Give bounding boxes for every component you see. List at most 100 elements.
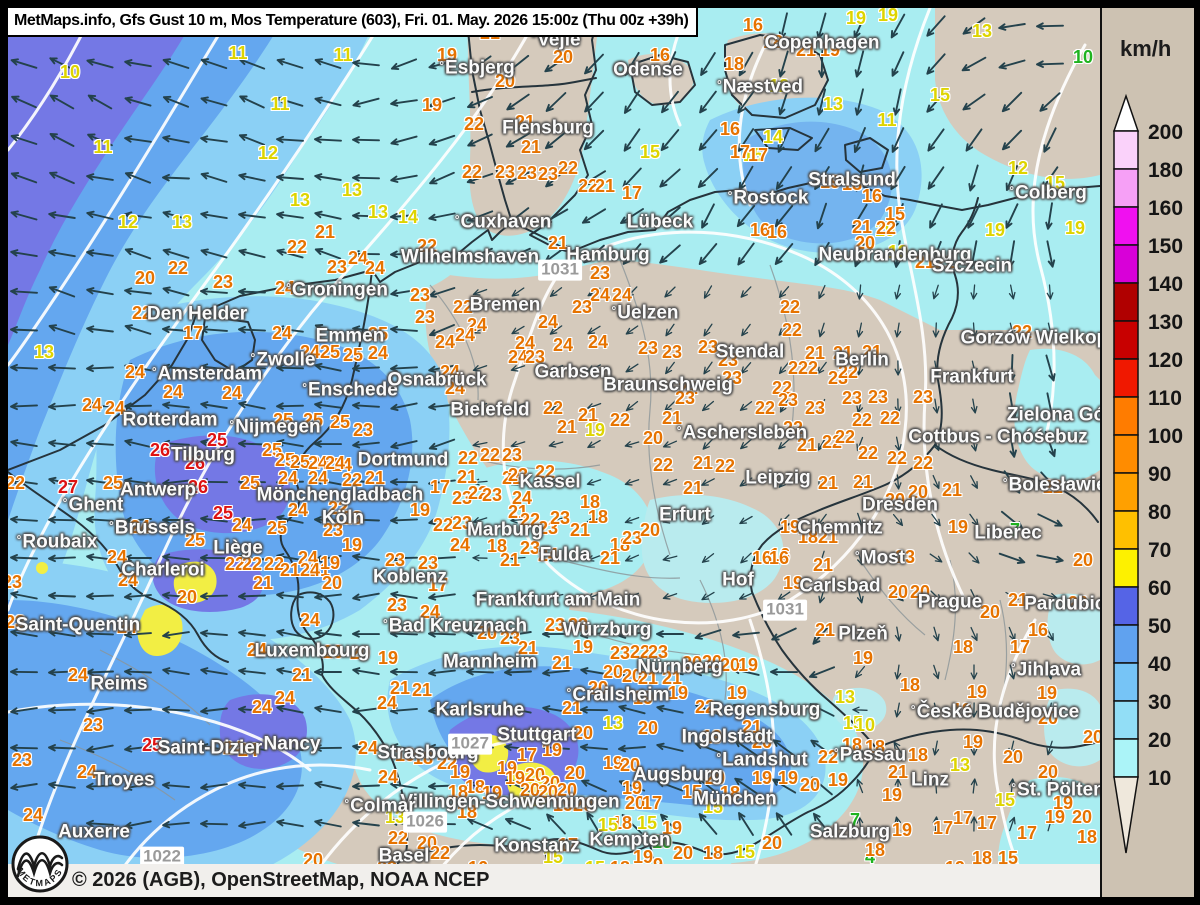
svg-text:150: 150 <box>1148 235 1183 258</box>
temp-label: 13 <box>342 181 362 199</box>
city-label: °České Budějovice <box>911 703 1079 722</box>
city-label: °Cuxhaven <box>455 213 552 232</box>
temp-label: 16 <box>769 549 789 567</box>
temp-label: 19 <box>752 769 772 787</box>
temp-label: 23 <box>213 273 233 291</box>
city-label: °Enschede <box>302 381 398 400</box>
temp-label: 23 <box>868 388 888 406</box>
temp-label: 19 <box>573 638 593 656</box>
temp-label: 17 <box>1017 824 1037 842</box>
city-label: Odense <box>613 61 683 80</box>
metmaps-logo[interactable]: METMAPS <box>9 833 73 897</box>
temp-label: 24 <box>365 259 385 277</box>
temp-label: 10 <box>855 716 875 734</box>
city-label: Copenhagen <box>764 34 879 53</box>
temp-label: 21 <box>253 574 273 592</box>
temp-label: 20 <box>1083 728 1100 746</box>
temp-label: 17 <box>1010 638 1030 656</box>
temp-label: 20 <box>135 269 155 287</box>
city-label: °Crailsheim <box>567 686 670 705</box>
city-label: °Roubaix <box>17 533 98 552</box>
city-label: °Næstved <box>717 78 803 97</box>
temp-label: 24 <box>272 324 292 342</box>
temp-label: 17 <box>953 809 973 827</box>
gust-legend-panel: km/h 20018016015014013012011010090807060… <box>1100 8 1194 897</box>
temp-label: 11 <box>877 111 896 129</box>
svg-text:120: 120 <box>1148 349 1183 372</box>
temp-label: 19 <box>846 9 866 27</box>
city-marker-icon: ° <box>728 189 733 203</box>
city-label: Frankfurt am Main <box>476 591 641 610</box>
temp-label: 21 <box>818 474 838 492</box>
temp-label: 21 <box>552 654 572 672</box>
city-label: Fulda <box>540 546 591 565</box>
city-label: Emmen <box>316 327 385 346</box>
map-title: MetMaps.info, Gfs Gust 10 m, Mos Tempera… <box>14 12 688 29</box>
city-label: °Most <box>855 549 905 568</box>
temp-label: 22 <box>433 516 453 534</box>
city-label: Liège <box>213 539 263 558</box>
temp-label: 22 <box>480 446 500 464</box>
city-label: Mönchengladbach <box>257 486 424 505</box>
temp-label: 15 <box>930 86 950 104</box>
city-marker-icon: ° <box>286 281 291 295</box>
gust-color-scale: 2001801601501401301201101009080706050403… <box>1102 8 1194 897</box>
temp-label: 22 <box>858 444 878 462</box>
temp-label: 22 <box>558 159 578 177</box>
city-marker-icon: ° <box>455 213 460 227</box>
temp-label: 23 <box>12 751 32 769</box>
temp-label: 23 <box>8 573 22 591</box>
temp-label: 24 <box>300 611 320 629</box>
city-label: Reims <box>90 675 147 694</box>
copyright-bar: © 2026 (AGB), OpenStreetMap, NOAA NCEP <box>8 864 1100 897</box>
city-marker-icon: ° <box>63 496 68 510</box>
temp-label: 20 <box>800 776 820 794</box>
temp-label: 21 <box>595 177 615 195</box>
temp-label: 23 <box>610 644 630 662</box>
temp-label: 19 <box>853 649 873 667</box>
city-label: Leipzig <box>745 469 810 488</box>
temp-label: 13 <box>823 95 843 113</box>
temp-label: 20 <box>638 719 658 737</box>
copyright-text: © 2026 (AGB), OpenStreetMap, NOAA NCEP <box>72 869 489 892</box>
city-marker-icon: ° <box>152 365 157 379</box>
city-label: Salzburg <box>810 823 890 842</box>
svg-text:100: 100 <box>1148 425 1183 448</box>
city-label: Bielefeld <box>450 401 529 420</box>
map-title-bar: MetMaps.info, Gfs Gust 10 m, Mos Tempera… <box>8 8 698 37</box>
city-label: Basel <box>379 847 430 866</box>
weather-map-page: 1011111111121213131313141319191315111213… <box>0 0 1200 905</box>
temp-label: 23 <box>805 399 825 417</box>
city-label: München <box>693 790 776 809</box>
svg-text:80: 80 <box>1148 501 1171 524</box>
map-viewport[interactable]: 1011111111121213131313141319191315111213… <box>8 8 1100 897</box>
temp-label: 24 <box>300 561 320 579</box>
temp-label: 20 <box>1003 748 1023 766</box>
temp-label: 19 <box>985 221 1005 239</box>
temp-label: 14 <box>398 208 418 226</box>
svg-text:40: 40 <box>1148 653 1171 676</box>
isobar-value-label: 1026 <box>403 812 447 833</box>
temp-label: 24 <box>553 336 573 354</box>
city-label: Zielona Góra <box>1007 406 1100 425</box>
temp-label: 24 <box>222 384 242 402</box>
temp-label: 24 <box>358 739 378 757</box>
temp-label: 22 <box>798 359 818 377</box>
temp-label: 26 <box>150 441 170 459</box>
temp-label: 20 <box>888 583 908 601</box>
temp-label: 23 <box>572 298 592 316</box>
city-label: °Jihlava <box>1011 661 1081 680</box>
city-label: °Rostock <box>728 189 809 208</box>
temp-label: 16 <box>743 16 763 34</box>
temp-label: 24 <box>378 768 398 786</box>
city-label: °Aschersleben <box>677 424 807 443</box>
temp-label: 22 <box>430 844 450 862</box>
city-label: Karlsruhe <box>436 701 525 720</box>
city-marker-icon: ° <box>109 519 114 533</box>
temp-label: 19 <box>585 421 605 439</box>
temp-label: 22 <box>458 449 478 467</box>
city-label: Bremen <box>470 296 541 315</box>
city-marker-icon: ° <box>251 351 256 365</box>
temp-label: 23 <box>83 716 103 734</box>
temp-label: 22 <box>287 238 307 256</box>
